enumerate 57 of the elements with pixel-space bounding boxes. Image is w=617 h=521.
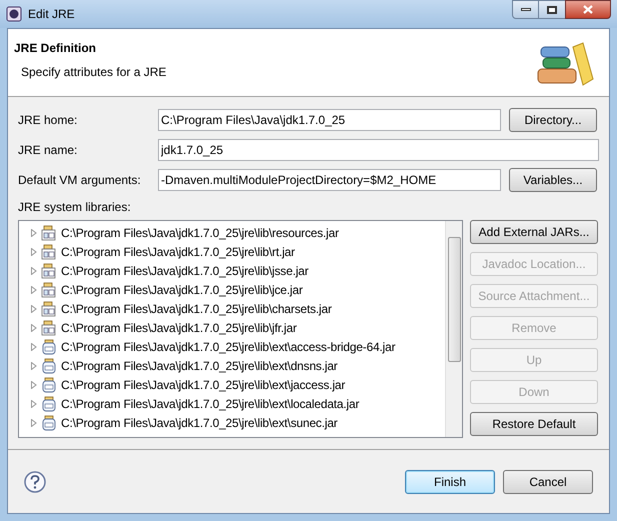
button[interactable]: Cancel xyxy=(503,470,593,494)
jar-icon xyxy=(41,396,57,412)
input-field[interactable]: jdk1.7.0_25 xyxy=(158,139,599,161)
archive-icon xyxy=(41,244,57,260)
button[interactable]: Variables... xyxy=(509,168,597,192)
help-icon[interactable] xyxy=(24,470,46,492)
archive-icon xyxy=(41,224,57,240)
input-field[interactable]: -Dmaven.multiModuleProjectDirectory=$M2_HOME xyxy=(158,169,501,191)
expand-icon xyxy=(31,418,37,426)
button[interactable]: Restore Default xyxy=(470,412,598,436)
button[interactable]: Add External JARs... xyxy=(470,220,598,244)
expand-icon xyxy=(31,342,37,350)
library-item[interactable]: C:\Program Files\Java\jdk1.7.0_25\jre\lib\rt.jar xyxy=(19,242,445,261)
jar-icon xyxy=(41,414,57,430)
expand-icon xyxy=(31,286,37,294)
archive-icon xyxy=(41,320,57,336)
expand-icon xyxy=(31,304,37,312)
expand-icon xyxy=(31,400,37,408)
field-label: Default VM arguments: xyxy=(18,172,142,189)
button[interactable]: Finish xyxy=(405,470,495,494)
library-item[interactable]: C:\Program Files\Java\jdk1.7.0_25\jre\lib\jfr.jar xyxy=(19,318,445,337)
input-field[interactable]: C:\Program Files\Java\jdk1.7.0_25 xyxy=(158,109,501,131)
field-label: JRE home: xyxy=(18,112,78,129)
button[interactable]: Directory... xyxy=(509,108,597,132)
close-icon xyxy=(583,5,593,14)
window-title: Edit JRE xyxy=(28,6,75,23)
expand-icon xyxy=(31,248,37,256)
archive-icon xyxy=(41,282,57,298)
library-item[interactable]: C:\Program Files\Java\jdk1.7.0_25\jre\lib\jce.jar xyxy=(19,280,445,299)
library-item[interactable]: C:\Program Files\Java\jdk1.7.0_25\jre\lib\ext\sunec.jar xyxy=(19,413,445,432)
jar-icon xyxy=(41,338,57,354)
scrollbar[interactable] xyxy=(445,221,462,437)
header-title: JRE Definition xyxy=(14,40,98,57)
expand-icon xyxy=(31,324,37,332)
library-item[interactable]: C:\Program Files\Java\jdk1.7.0_25\jre\lib\charsets.jar xyxy=(19,299,445,318)
expand-icon xyxy=(31,362,37,370)
libraries-label: JRE system libraries: xyxy=(18,199,132,216)
jar-icon xyxy=(41,358,57,374)
header-subtitle: Specify attributes for a JRE xyxy=(21,64,166,81)
minimize-button[interactable] xyxy=(512,0,539,19)
library-item[interactable]: C:\Program Files\Java\jdk1.7.0_25\jre\lib\ext\localedata.jar xyxy=(19,394,445,413)
library-item[interactable]: C:\Program Files\Java\jdk1.7.0_25\jre\lib\ext\jaccess.jar xyxy=(19,375,445,394)
library-item[interactable]: C:\Program Files\Java\jdk1.7.0_25\jre\lib\ext\dnsns.jar xyxy=(19,356,445,375)
expand-icon xyxy=(31,380,37,388)
close-button[interactable] xyxy=(565,0,611,19)
jar-icon xyxy=(41,376,57,392)
app-icon xyxy=(6,6,22,22)
books-icon xyxy=(537,41,595,87)
library-item[interactable]: C:\Program Files\Java\jdk1.7.0_25\jre\lib\resources.jar xyxy=(19,223,445,242)
maximize-button[interactable] xyxy=(539,0,565,19)
archive-icon xyxy=(41,300,57,316)
expand-icon xyxy=(31,228,37,236)
field-label: JRE name: xyxy=(18,142,78,159)
archive-icon xyxy=(41,262,57,278)
library-item[interactable]: C:\Program Files\Java\jdk1.7.0_25\jre\lib\jsse.jar xyxy=(19,261,445,280)
expand-icon xyxy=(31,266,37,274)
library-item[interactable]: C:\Program Files\Java\jdk1.7.0_25\jre\lib\ext\access-bridge-64.jar xyxy=(19,337,445,356)
